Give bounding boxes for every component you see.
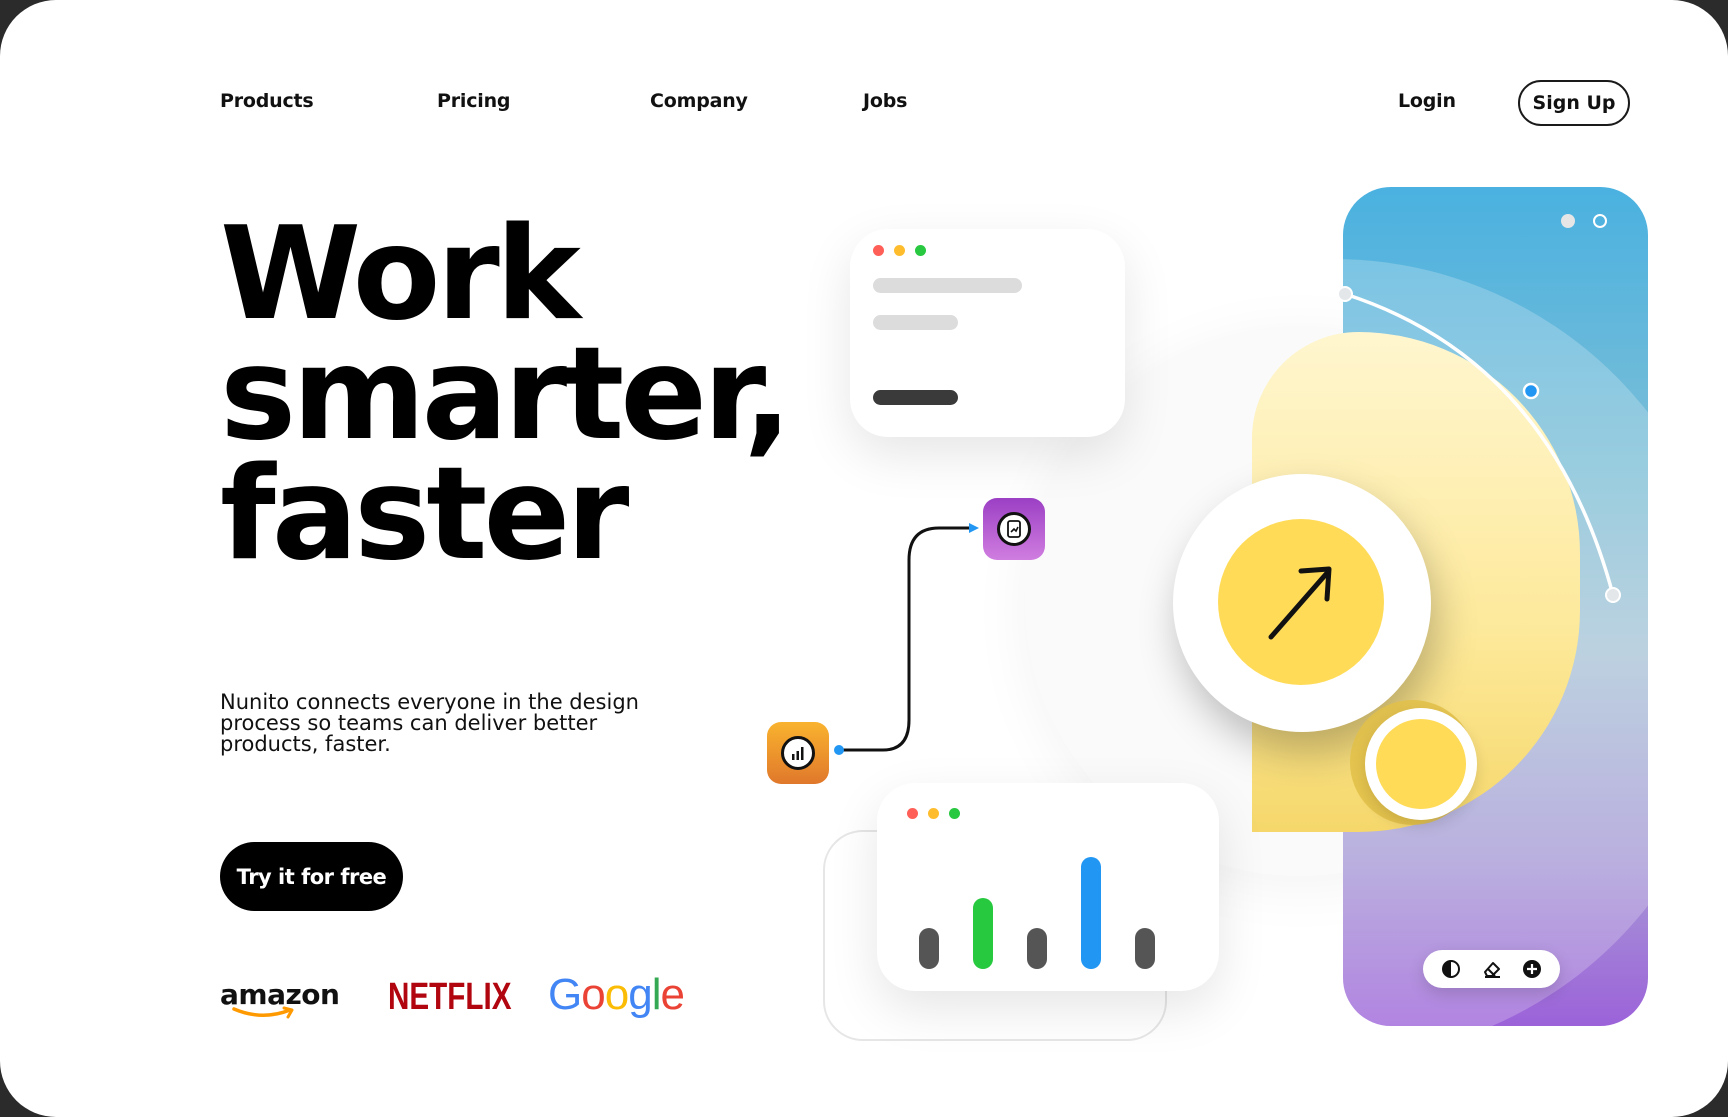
netflix-logo: NETFLIX [388, 976, 512, 1018]
window-maximize-dot [915, 245, 926, 256]
bar-chart [877, 783, 1219, 991]
chart-bar [1135, 928, 1155, 969]
window-minimize-dot [894, 245, 905, 256]
panel-dot [1561, 214, 1575, 228]
report-icon-badge [997, 512, 1031, 546]
login-link[interactable]: Login [1398, 90, 1456, 112]
chart-icon-badge [781, 736, 815, 770]
hero-description: Nunito connects everyone in the design p… [220, 690, 639, 756]
chart-bar [1081, 857, 1101, 969]
nav-products-link[interactable]: Products [220, 90, 314, 112]
report-icon [1007, 520, 1021, 538]
placeholder-line [873, 278, 1022, 293]
small-circle [1365, 708, 1477, 820]
report-app-icon[interactable] [983, 498, 1045, 560]
chart-app-icon[interactable] [767, 722, 829, 784]
app-frame: Products Pricing Company Jobs Login Sign… [0, 0, 1728, 1117]
google-logo: Google [548, 970, 685, 1020]
placeholder-line-dark [873, 390, 958, 405]
small-yellow-dot [1376, 719, 1466, 809]
chart-bar [919, 928, 939, 969]
window-close-dot [873, 245, 884, 256]
plus-circle-icon[interactable] [1520, 957, 1544, 981]
contrast-icon[interactable] [1439, 957, 1463, 981]
connector-line [834, 523, 979, 755]
chart-bar [973, 898, 993, 969]
chart-window-card [877, 783, 1219, 991]
google-letter: g [628, 970, 653, 1019]
tool-pill [1423, 950, 1560, 988]
try-free-button[interactable]: Try it for free [220, 842, 403, 911]
google-letter: G [548, 970, 582, 1019]
google-letter: o [581, 970, 606, 1019]
placeholder-line [873, 315, 958, 330]
eraser-icon[interactable] [1480, 957, 1504, 981]
arrow-up-right-icon [1268, 566, 1332, 640]
signup-button[interactable]: Sign Up [1518, 80, 1630, 126]
arrow-button[interactable] [1218, 519, 1384, 685]
panel-dot-outline [1593, 214, 1607, 228]
top-window-card [850, 229, 1125, 437]
nav-company-link[interactable]: Company [650, 90, 748, 112]
amazon-smile-icon [232, 1006, 294, 1019]
google-letter: o [604, 970, 630, 1019]
google-letter: e [660, 970, 685, 1019]
nav-pricing-link[interactable]: Pricing [437, 90, 511, 112]
nav-jobs-link[interactable]: Jobs [863, 90, 907, 112]
hero-title: Work smarter, faster [220, 211, 820, 579]
hero-title-line-3: faster [220, 440, 629, 589]
chart-bar [1027, 928, 1047, 969]
bar-chart-icon [792, 747, 804, 760]
